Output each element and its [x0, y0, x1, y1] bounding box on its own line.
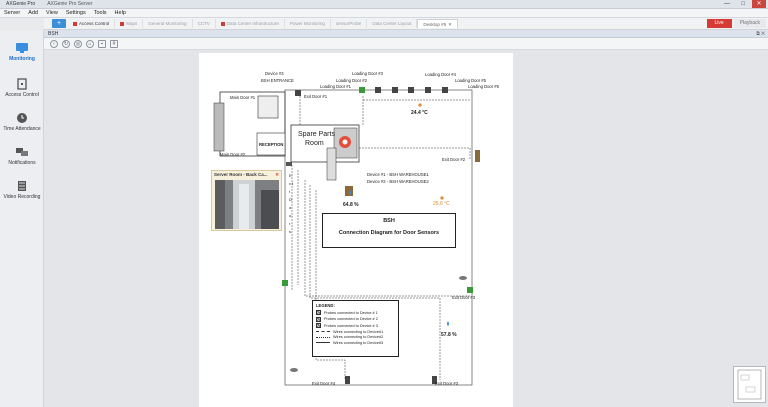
label-exit-door1: Exit Door #1 — [304, 94, 328, 99]
legend-item: Wires connecting to Device#2 — [316, 335, 395, 339]
legend-title: LEGEND: — [316, 303, 335, 308]
label-spare-parts-2: Room — [305, 140, 324, 147]
label-exit-door2: Exit Door #2 — [442, 157, 466, 162]
camera-video-feed[interactable] — [215, 180, 279, 229]
camera-close-icon[interactable]: ✕ — [275, 172, 279, 178]
legend-item: Probes connected to Device # 3 — [316, 323, 395, 328]
label-temperature-1: 24.4 °C — [411, 110, 428, 116]
diagram-title: BSH — [383, 218, 395, 224]
label-exit-door3: Exit Door #3 — [452, 295, 476, 300]
label-reception: RECEPTION — [259, 142, 284, 147]
label-humidity-1: 64.8 % — [343, 202, 359, 208]
camera-popup[interactable]: Server Room - Back Ca... ✕ — [211, 170, 282, 231]
legend-item: Probes connected to Device # 2 — [316, 316, 395, 322]
legend-item: Wires connecting to Device#1 — [316, 330, 395, 334]
label-humidity-2: 57.8 % — [441, 332, 457, 338]
camera-title: Server Room - Back Ca... — [214, 172, 268, 177]
label-exit-door4: Exit Door #4 — [312, 381, 336, 386]
legend-item: Wires connecting to Device#3 — [316, 341, 395, 345]
label-loading-door4: Loading Door #4 — [425, 72, 456, 77]
label-loading-door1: Loading Door #1 — [320, 84, 351, 89]
label-main-door1: Main Door #1 — [230, 95, 256, 100]
label-temperature-2: 25.6 °C — [433, 201, 450, 207]
legend-item: Probes connected to Device # 1 — [316, 310, 395, 315]
label-loading-door6: Loading Door #6 — [468, 84, 499, 89]
label-loading-door3: Loading Door #3 — [352, 71, 383, 76]
label-device2: Device #2 - BSH WAREHOUSE2 — [367, 179, 429, 184]
label-exit-door3-bottom: Exit Door #3 — [435, 381, 459, 386]
diagram-legend: LEGEND: Probes connected to Device # 1 P… — [312, 300, 399, 357]
label-device3: Device #3 — [265, 71, 284, 76]
label-loading-door2: Loading Door #2 — [336, 78, 367, 83]
label-main-door2: Main Door #2 — [220, 152, 246, 157]
label-spare-parts-1: Spare Parts — [298, 131, 335, 138]
label-bsh-entrance: BSH ENTRANCE — [261, 78, 294, 83]
label-device1: Device #1 - BSH WAREHOUSE1 — [367, 172, 429, 177]
minimap-preview — [737, 369, 762, 400]
camera-feed-image — [215, 180, 279, 229]
diagram-title-box: BSH Connection Diagram for Door Sensors — [322, 213, 456, 248]
diagram-subtitle: Connection Diagram for Door Sensors — [338, 230, 440, 236]
label-exit-doors-vertical: E x i t D o o r s — [289, 173, 293, 234]
minimap[interactable] — [733, 366, 766, 403]
label-loading-door5: Loading Door #5 — [455, 78, 486, 83]
